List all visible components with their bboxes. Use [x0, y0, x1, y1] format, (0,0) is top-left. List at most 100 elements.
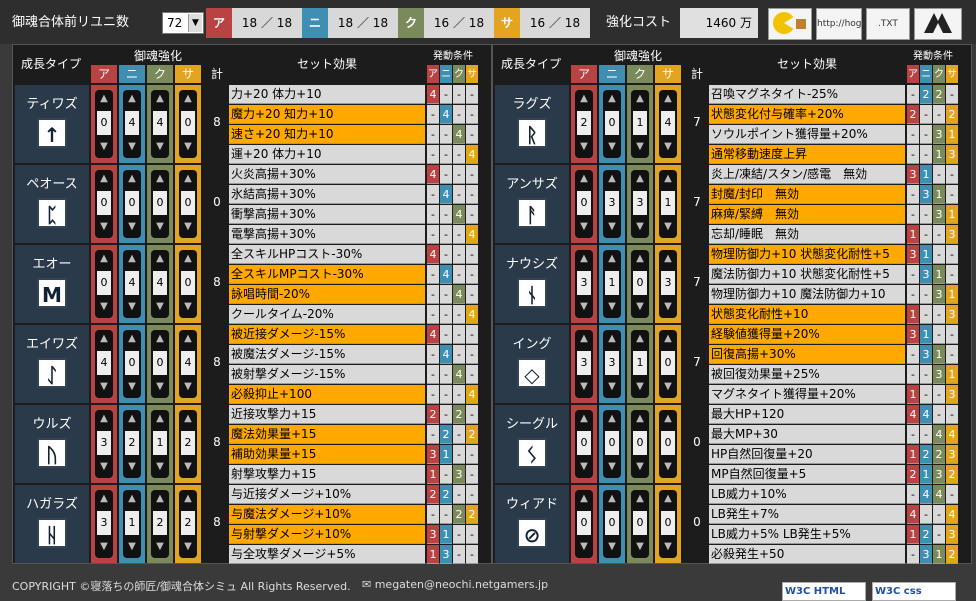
url-button[interactable]: http://hoge~: [816, 8, 875, 40]
enhance-stepper[interactable]: ▲ 3 ▼: [95, 410, 113, 478]
chevron-up-icon[interactable]: ▲: [151, 410, 169, 428]
chevron-up-icon[interactable]: ▲: [603, 250, 621, 268]
chevron-down-icon[interactable]: ▼: [631, 458, 649, 476]
chevron-down-icon[interactable]: ▼: [179, 538, 197, 556]
enhance-stepper[interactable]: ▲ 3 ▼: [603, 330, 621, 398]
chevron-up-icon[interactable]: ▲: [95, 490, 113, 508]
chevron-up-icon[interactable]: ▲: [659, 170, 677, 188]
enhance-stepper[interactable]: ▲ 0 ▼: [95, 170, 113, 238]
enhance-stepper[interactable]: ▲ 2 ▼: [179, 410, 197, 478]
chevron-up-icon[interactable]: ▲: [179, 330, 197, 348]
chevron-down-icon[interactable]: ▼: [95, 218, 113, 236]
enhance-stepper[interactable]: ▲ 2 ▼: [151, 490, 169, 558]
w3c-css-badge[interactable]: W3C css: [872, 582, 956, 601]
enhance-stepper[interactable]: ▲ 2 ▼: [575, 90, 593, 158]
chevron-up-icon[interactable]: ▲: [603, 330, 621, 348]
chevron-up-icon[interactable]: ▲: [575, 410, 593, 428]
enhance-stepper[interactable]: ▲ 0 ▼: [151, 330, 169, 398]
chevron-up-icon[interactable]: ▲: [179, 170, 197, 188]
chevron-down-icon[interactable]: ▼: [123, 378, 141, 396]
chevron-down-icon[interactable]: ▼: [659, 538, 677, 556]
enhance-stepper[interactable]: ▲ 0 ▼: [659, 410, 677, 478]
chevron-up-icon[interactable]: ▲: [123, 90, 141, 108]
chevron-up-icon[interactable]: ▲: [659, 250, 677, 268]
chevron-down-icon[interactable]: ▼: [179, 378, 197, 396]
enhance-stepper[interactable]: ▲ 4 ▼: [123, 90, 141, 158]
chevron-down-icon[interactable]: ▼: [188, 14, 202, 32]
chevron-up-icon[interactable]: ▲: [575, 250, 593, 268]
chevron-down-icon[interactable]: ▼: [123, 458, 141, 476]
enhance-stepper[interactable]: ▲ 0 ▼: [179, 170, 197, 238]
chevron-up-icon[interactable]: ▲: [95, 410, 113, 428]
chevron-up-icon[interactable]: ▲: [631, 410, 649, 428]
enhance-stepper[interactable]: ▲ 0 ▼: [603, 90, 621, 158]
chevron-up-icon[interactable]: ▲: [575, 170, 593, 188]
chevron-down-icon[interactable]: ▼: [151, 218, 169, 236]
chevron-down-icon[interactable]: ▼: [179, 298, 197, 316]
chevron-down-icon[interactable]: ▼: [659, 138, 677, 156]
chevron-up-icon[interactable]: ▲: [123, 170, 141, 188]
chevron-down-icon[interactable]: ▼: [631, 218, 649, 236]
chevron-up-icon[interactable]: ▲: [123, 410, 141, 428]
enhance-stepper[interactable]: ▲ 3 ▼: [575, 330, 593, 398]
enhance-stepper[interactable]: ▲ 1 ▼: [151, 410, 169, 478]
chevron-up-icon[interactable]: ▲: [603, 410, 621, 428]
enhance-stepper[interactable]: ▲ 1 ▼: [631, 90, 649, 158]
enhance-stepper[interactable]: ▲ 1 ▼: [603, 250, 621, 318]
enhance-stepper[interactable]: ▲ 1 ▼: [631, 330, 649, 398]
email-link[interactable]: ✉ megaten@neochi.netgamers.jp: [362, 578, 548, 591]
enhance-stepper[interactable]: ▲ 0 ▼: [631, 410, 649, 478]
chevron-up-icon[interactable]: ▲: [659, 90, 677, 108]
chevron-down-icon[interactable]: ▼: [603, 378, 621, 396]
chevron-down-icon[interactable]: ▼: [575, 458, 593, 476]
chevron-up-icon[interactable]: ▲: [151, 170, 169, 188]
chevron-up-icon[interactable]: ▲: [151, 250, 169, 268]
chevron-up-icon[interactable]: ▲: [631, 490, 649, 508]
chevron-down-icon[interactable]: ▼: [603, 458, 621, 476]
enhance-stepper[interactable]: ▲ 0 ▼: [575, 170, 593, 238]
chevron-down-icon[interactable]: ▼: [151, 138, 169, 156]
chevron-up-icon[interactable]: ▲: [179, 250, 197, 268]
chevron-down-icon[interactable]: ▼: [603, 298, 621, 316]
chevron-up-icon[interactable]: ▲: [631, 250, 649, 268]
chevron-down-icon[interactable]: ▼: [575, 138, 593, 156]
enhance-stepper[interactable]: ▲ 0 ▼: [123, 170, 141, 238]
chevron-down-icon[interactable]: ▼: [123, 138, 141, 156]
chevron-down-icon[interactable]: ▼: [603, 218, 621, 236]
chevron-up-icon[interactable]: ▲: [151, 490, 169, 508]
kanji-icon-button[interactable]: [914, 8, 962, 40]
chevron-up-icon[interactable]: ▲: [123, 250, 141, 268]
chevron-down-icon[interactable]: ▼: [575, 378, 593, 396]
enhance-stepper[interactable]: ▲ 0 ▼: [179, 250, 197, 318]
enhance-stepper[interactable]: ▲ 3 ▼: [95, 490, 113, 558]
enhance-stepper[interactable]: ▲ 4 ▼: [151, 90, 169, 158]
chevron-down-icon[interactable]: ▼: [151, 298, 169, 316]
chevron-down-icon[interactable]: ▼: [575, 538, 593, 556]
face-icon-button[interactable]: [768, 8, 812, 40]
enhance-stepper[interactable]: ▲ 3 ▼: [575, 250, 593, 318]
enhance-stepper[interactable]: ▲ 0 ▼: [575, 490, 593, 558]
chevron-down-icon[interactable]: ▼: [575, 298, 593, 316]
chevron-down-icon[interactable]: ▼: [631, 538, 649, 556]
chevron-down-icon[interactable]: ▼: [659, 298, 677, 316]
enhance-stepper[interactable]: ▲ 0 ▼: [659, 330, 677, 398]
chevron-down-icon[interactable]: ▼: [123, 218, 141, 236]
enhance-stepper[interactable]: ▲ 4 ▼: [151, 250, 169, 318]
enhance-stepper[interactable]: ▲ 3 ▼: [603, 170, 621, 238]
enhance-stepper[interactable]: ▲ 3 ▼: [631, 170, 649, 238]
chevron-down-icon[interactable]: ▼: [575, 218, 593, 236]
chevron-up-icon[interactable]: ▲: [151, 90, 169, 108]
chevron-down-icon[interactable]: ▼: [631, 138, 649, 156]
chevron-down-icon[interactable]: ▼: [603, 538, 621, 556]
chevron-down-icon[interactable]: ▼: [179, 218, 197, 236]
chevron-down-icon[interactable]: ▼: [95, 138, 113, 156]
chevron-up-icon[interactable]: ▲: [179, 90, 197, 108]
enhance-stepper[interactable]: ▲ 0 ▼: [603, 410, 621, 478]
enhance-stepper[interactable]: ▲ 0 ▼: [179, 90, 197, 158]
chevron-up-icon[interactable]: ▲: [631, 90, 649, 108]
enhance-stepper[interactable]: ▲ 2 ▼: [123, 410, 141, 478]
enhance-stepper[interactable]: ▲ 0 ▼: [603, 490, 621, 558]
chevron-up-icon[interactable]: ▲: [575, 90, 593, 108]
chevron-up-icon[interactable]: ▲: [659, 410, 677, 428]
enhance-stepper[interactable]: ▲ 0 ▼: [151, 170, 169, 238]
